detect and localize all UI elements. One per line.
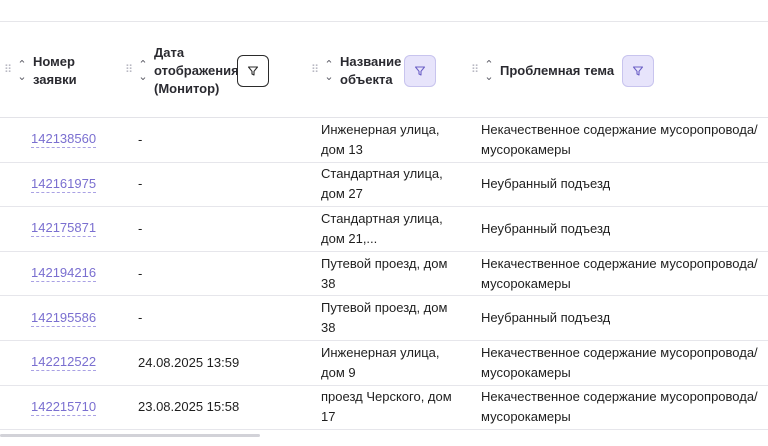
cell-object: проезд Черского, дом 17 (321, 389, 452, 425)
cell-date: 24.08.2025 13:59 (138, 354, 240, 370)
cell-number: 142215710 (31, 386, 97, 430)
request-number-link[interactable]: 142161975 (31, 176, 97, 193)
filter-funnel-icon (414, 65, 426, 76)
cell-date: - (138, 131, 143, 147)
column-header-date: ⠿ ⌃ ⌄ Дата отображения (Монитор) (125, 23, 269, 118)
table-row[interactable]: 142212522 24.08.2025 13:59 Инженерная ул… (0, 341, 768, 386)
cell-number: 142161975 (31, 163, 97, 207)
request-number-link[interactable]: 142138560 (31, 131, 97, 149)
request-number-link[interactable]: 142195586 (31, 310, 97, 327)
cell-object: Путевой проезд, дом 38 (321, 255, 448, 291)
cell-date: - (138, 176, 143, 192)
table-row[interactable]: 142161975 - Стандартная улица, дом 27 Не… (0, 163, 768, 208)
request-number-link[interactable]: 142175871 (31, 220, 97, 238)
cell-number: 142175871 (31, 207, 97, 251)
sort-arrows-icon[interactable]: ⌃ ⌄ (15, 59, 29, 83)
request-number-link[interactable]: 142212522 (31, 354, 97, 372)
column-header-number: ⠿ ⌃ ⌄ Номер заявки (4, 23, 93, 118)
request-number-link[interactable]: 142194216 (31, 265, 97, 283)
cell-number: 142195586 (31, 296, 97, 340)
cell-object: Путевой проезд, дом 38 (321, 300, 448, 336)
column-label-topic: Проблемная тема (500, 62, 615, 78)
cell-number: 142194216 (31, 252, 97, 296)
drag-handle-icon[interactable]: ⠿ (311, 65, 320, 76)
column-header-topic: ⠿ ⌃ ⌄ Проблемная тема (471, 23, 655, 118)
cell-date: - (138, 310, 143, 326)
column-header-object: ⠿ ⌃ ⌄ Название объекта (311, 23, 436, 118)
cell-object: Инженерная улица, дом 13 (321, 121, 440, 157)
request-number-link[interactable]: 142215710 (31, 399, 97, 416)
filter-button-date[interactable] (237, 54, 269, 87)
sort-arrows-icon[interactable]: ⌃ ⌄ (322, 59, 336, 83)
cell-topic: Неубранный подъезд (481, 310, 611, 326)
column-label-object: Название объекта (340, 53, 402, 87)
table-header: ⠿ ⌃ ⌄ Номер заявки ⠿ ⌃ ⌄ Дата отображения … (0, 23, 768, 118)
top-toolbar-strip (0, 0, 768, 22)
table-row[interactable]: 142194216 - Путевой проезд, дом 38 Некач… (0, 252, 768, 297)
cell-date: - (138, 220, 143, 236)
cell-topic: Неубранный подъезд (481, 220, 611, 236)
drag-handle-icon[interactable]: ⠿ (471, 65, 480, 76)
sort-arrows-icon[interactable]: ⌃ ⌄ (136, 59, 150, 83)
table-body: 142138560 - Инженерная улица, дом 13 Нек… (0, 118, 768, 431)
cell-topic: Некачественное содержание мусоропровода/… (481, 255, 758, 291)
table-row[interactable]: 142175871 - Стандартная улица, дом 21,..… (0, 207, 768, 252)
cell-date: 23.08.2025 15:58 (138, 399, 240, 415)
filter-funnel-icon (247, 65, 259, 76)
cell-number: 142138560 (31, 118, 97, 162)
filter-funnel-icon (633, 65, 644, 76)
cell-object: Инженерная улица, дом 9 (321, 344, 440, 380)
cell-object: Стандартная улица, дом 21,... (321, 210, 443, 246)
cell-date: - (138, 265, 143, 281)
column-label-number: Номер заявки (33, 53, 77, 87)
cell-topic: Неубранный подъезд (481, 176, 611, 192)
filter-button-object[interactable] (404, 54, 436, 87)
sort-arrows-icon[interactable]: ⌃ ⌄ (482, 59, 496, 83)
table-row[interactable]: 142215710 23.08.2025 15:58 проезд Черско… (0, 386, 768, 431)
table-row[interactable]: 142195586 - Путевой проезд, дом 38 Неубр… (0, 296, 768, 341)
drag-handle-icon[interactable]: ⠿ (4, 65, 13, 76)
cell-topic: Некачественное содержание мусоропровода/… (481, 344, 758, 380)
horizontal-scrollbar[interactable] (0, 434, 260, 437)
cell-topic: Некачественное содержание мусоропровода/… (481, 389, 758, 425)
table-row[interactable]: 142138560 - Инженерная улица, дом 13 Нек… (0, 118, 768, 163)
filter-button-topic[interactable] (622, 54, 655, 87)
column-label-date: Дата отображения (Монитор) (154, 44, 239, 96)
cell-object: Стандартная улица, дом 27 (321, 166, 443, 202)
cell-topic: Некачественное содержание мусоропровода/… (481, 121, 758, 157)
cell-number: 142212522 (31, 341, 97, 385)
drag-handle-icon[interactable]: ⠿ (125, 65, 134, 76)
